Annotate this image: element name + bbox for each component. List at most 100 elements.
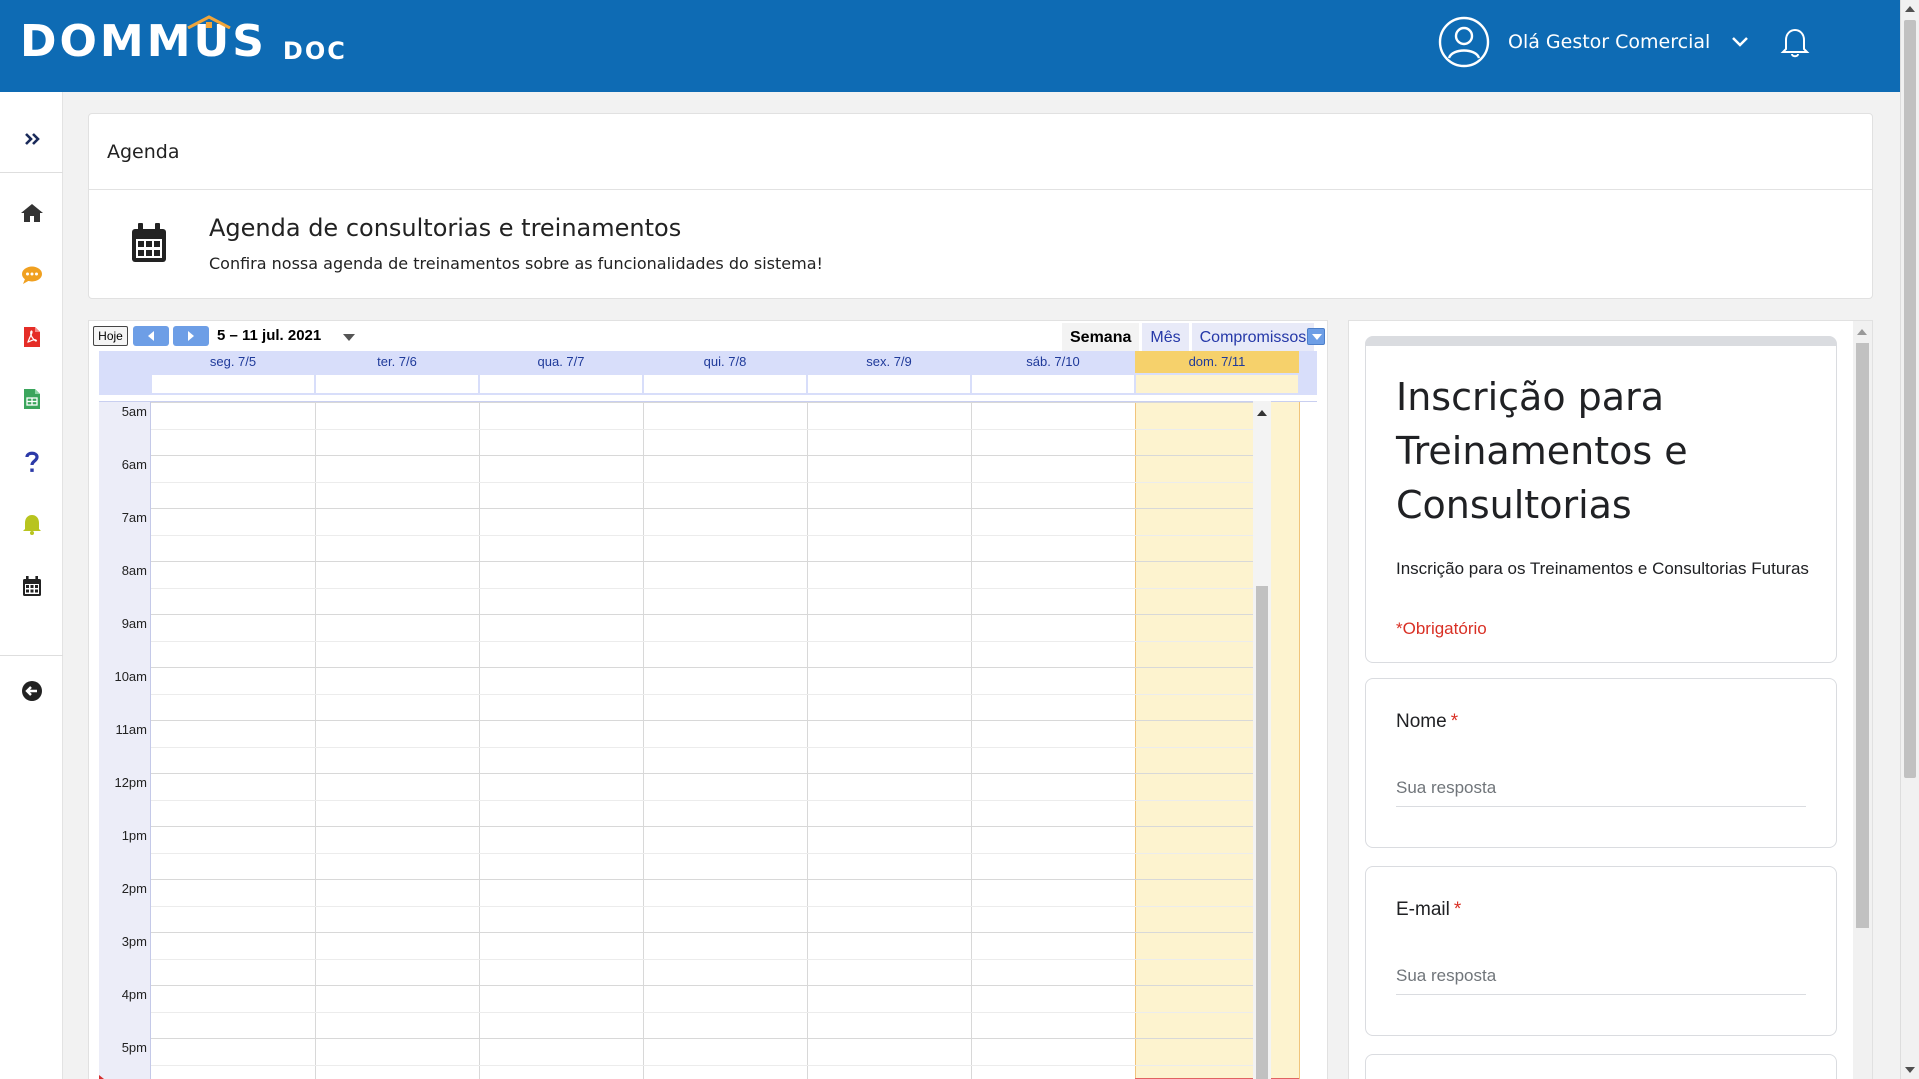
hour-gridline [151,667,1261,668]
page-scrollbar[interactable] [1900,0,1919,1079]
sidebar-item-home[interactable] [0,193,63,233]
day-header[interactable]: ter. 7/6 [315,351,479,373]
calendar-icon [22,576,41,596]
scrollbar-thumb[interactable] [1856,343,1869,928]
tab-month[interactable]: Mês [1142,323,1189,351]
time-label: 5pm [121,1040,147,1055]
next-week-button[interactable] [173,326,209,346]
all-day-cell[interactable] [480,375,642,393]
spreadsheet-file-icon [23,389,40,409]
logo-roof-icon [187,15,231,29]
half-hour-gridline [151,1012,1261,1013]
sidebar-item-logout[interactable] [0,671,63,711]
hour-gridline [151,614,1261,615]
arrow-left-icon [148,331,154,341]
bell-icon [22,515,41,535]
time-column: 5am 6am 7am 8am 9am 10am 11am 12pm 1pm 2pm 3pm 4pm 5… [99,402,151,1079]
all-day-cell[interactable] [152,375,314,393]
date-range-label: 5 – 11 jul. 2021 [217,327,322,344]
sidebar-item-calendar[interactable] [0,566,63,606]
required-star: * [1450,711,1459,732]
today-column[interactable] [1135,402,1299,1079]
sidebar-expand-button[interactable] [0,119,63,159]
hour-gridline [151,773,1261,774]
user-greeting[interactable]: Olá Gestor Comercial [1508,31,1710,53]
question-label: E-mail * [1396,899,1461,921]
pdf-file-icon [23,327,40,347]
all-day-cell[interactable] [644,375,806,393]
calendar-icon [132,223,166,262]
notification-bell-icon[interactable] [1780,26,1810,58]
time-label: 12pm [114,775,147,790]
hour-gridline [151,932,1261,933]
scroll-up-arrow-icon[interactable] [1857,329,1867,335]
sidebar-item-chat[interactable] [0,255,63,295]
half-hour-gridline [151,959,1261,960]
all-day-cell[interactable] [972,375,1134,393]
question-card-next [1365,1054,1837,1079]
user-menu[interactable]: Olá Gestor Comercial [1438,16,1810,68]
calendar-scrollbar[interactable] [1253,401,1271,1079]
time-grid[interactable]: 5am 6am 7am 8am 9am 10am 11am 12pm 1pm 2pm 3pm 4pm 5… [99,401,1317,1079]
scrollbar-thumb[interactable] [1256,586,1268,1079]
all-day-cell[interactable] [1136,375,1298,393]
all-day-cell[interactable] [316,375,478,393]
half-hour-gridline [151,1065,1261,1066]
form-scrollbar[interactable] [1853,321,1872,1079]
tab-week[interactable]: Semana [1062,323,1140,351]
chat-icon [21,266,42,284]
arrow-right-icon [188,331,194,341]
half-hour-gridline [151,588,1261,589]
half-hour-gridline [151,535,1261,536]
day-header[interactable]: qua. 7/7 [479,351,643,373]
day-header[interactable]: sáb. 7/10 [971,351,1135,373]
time-label: 8am [121,563,147,578]
today-column-border [1299,402,1300,1079]
logo-sub-text: DOC [282,37,347,65]
sidebar-item-spreadsheet[interactable] [0,379,63,419]
day-header[interactable]: seg. 7/5 [151,351,315,373]
page-breadcrumb: Agenda [89,114,1872,190]
logout-arrow-icon [21,681,42,701]
sidebar-divider [0,172,63,173]
sidebar [0,92,63,1079]
prev-week-button[interactable] [133,326,169,346]
all-day-cell[interactable] [808,375,970,393]
scroll-up-arrow-icon[interactable] [1257,410,1267,416]
calendar-toolbar: Hoje 5 – 11 jul. 2021 Semana Mês Comprom… [89,321,1327,351]
all-day-row [99,373,1317,395]
time-label: 7am [121,510,147,525]
date-picker-dropdown-icon[interactable] [343,334,355,341]
half-hour-gridline [151,429,1261,430]
scrollbar-thumb[interactable] [1904,20,1916,778]
sidebar-item-notifications[interactable] [0,504,63,544]
day-column-divider [643,402,644,1079]
page-subtitle: Confira nossa agenda de treinamentos sob… [209,254,823,273]
day-header[interactable]: qui. 7/8 [643,351,807,373]
day-header[interactable]: dom. 7/11 [1135,351,1299,373]
tab-agenda[interactable]: Compromissos [1191,323,1315,351]
time-label: 4pm [121,987,147,1002]
scroll-down-arrow-icon[interactable] [1905,1067,1915,1073]
scroll-up-arrow-icon[interactable] [1905,6,1915,12]
hour-gridline [151,720,1261,721]
sidebar-divider [0,655,63,656]
chevron-down-icon[interactable] [1730,35,1750,49]
hour-gridline [151,508,1261,509]
question-card-email: E-mail * [1365,866,1837,1036]
user-avatar-icon[interactable] [1438,16,1490,68]
sidebar-item-pdf[interactable] [0,317,63,357]
logo[interactable]: DOMMUS DOC [20,15,347,66]
name-field[interactable] [1396,775,1806,807]
calendar-menu-dropdown-icon[interactable] [1307,328,1325,345]
half-hour-gridline [151,747,1261,748]
day-column-divider [479,402,480,1079]
email-field[interactable] [1396,963,1806,995]
today-button[interactable]: Hoje [93,326,128,346]
required-star: * [1453,899,1462,920]
top-header: DOMMUS DOC Olá Gestor Comercial [0,0,1900,92]
today-column-border [1135,402,1136,1079]
day-header[interactable]: sex. 7/9 [807,351,971,373]
signup-form-frame: Inscrição para Treinamentos e Consultori… [1348,320,1873,1079]
sidebar-item-help[interactable] [0,442,63,482]
